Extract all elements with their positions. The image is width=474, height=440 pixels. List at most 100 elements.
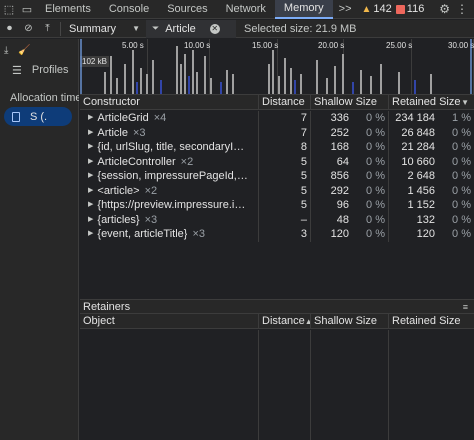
constructor-name: ArticleController	[97, 155, 176, 168]
inspect-element-icon[interactable]: ⬚	[0, 0, 18, 19]
retainers-distance-column-header[interactable]: Distance▲	[259, 314, 311, 329]
gear-icon[interactable]: ⚙	[439, 2, 450, 16]
shallow-size-value: 252	[330, 126, 349, 139]
shallow-size-percent: 0 %	[366, 228, 385, 240]
allocation-bar	[326, 78, 328, 94]
retained-size-cell: 120 0 %	[389, 227, 474, 242]
device-toolbar-icon[interactable]: ▭	[18, 0, 36, 19]
object-column-header[interactable]: Object	[80, 314, 259, 329]
errors-badge[interactable]: 116	[395, 3, 424, 15]
expand-triangle-icon[interactable]: ▶	[88, 184, 93, 199]
expand-triangle-icon[interactable]: ▶	[88, 111, 93, 126]
retainers-title: Retainers	[83, 300, 131, 313]
shallow-size-percent: 0 %	[366, 199, 385, 211]
expand-triangle-icon[interactable]: ▶	[88, 126, 93, 141]
distance-cell: 5	[259, 154, 311, 169]
retained-size-value: 234 184	[395, 112, 435, 124]
shallow-size-percent: 0 %	[366, 213, 385, 226]
tab-console[interactable]: Console	[100, 0, 158, 19]
constructor-name: <article>	[97, 184, 140, 197]
sort-descending-icon: ▼	[461, 98, 469, 107]
distance-column-header[interactable]: Distance	[259, 95, 311, 110]
timeline-range-handle[interactable]	[80, 39, 82, 94]
allocation-bar	[342, 54, 344, 94]
allocation-bar	[124, 64, 126, 94]
distance-cell: 7	[259, 125, 311, 140]
timeline-range-handle[interactable]	[470, 39, 472, 94]
table-row[interactable]: ▶ {id, urlSlug, title, secondaryImage, re…	[80, 140, 474, 155]
expand-triangle-icon[interactable]: ▶	[88, 198, 93, 213]
shallow-size-cell: 64 0 %	[311, 154, 389, 169]
retained-size-percent: 0 %	[452, 199, 471, 211]
constructor-table-body: ▶ ArticleGrid ×4 7 336 0 % 234 184 1 % ▶ Article ×…	[80, 110, 474, 296]
allocation-bar	[352, 82, 354, 94]
allocation-bar	[268, 64, 270, 94]
retained-size-label: Retained Size	[392, 96, 461, 108]
view-select[interactable]: Summary ▼	[64, 20, 146, 38]
table-row[interactable]: ▶ Article ×3 7 252 0 % 26 848 0 %	[80, 125, 474, 141]
constructor-cell: ▶ ArticleGrid ×4	[80, 111, 259, 126]
shallow-size-value: 48	[336, 213, 349, 226]
shallow-size-cell: 856 0 %	[311, 169, 389, 184]
retainers-retained-column-header[interactable]: Retained Size	[389, 314, 474, 329]
kebab-menu-icon[interactable]: ⋮	[456, 2, 468, 16]
shallow-size-cell: 292 0 %	[311, 183, 389, 198]
upload-icon[interactable]: ⤒	[38, 20, 57, 38]
profiles-header[interactable]: ☰ Profiles	[0, 61, 79, 79]
clear-icon[interactable]: ⊘	[19, 20, 38, 38]
profile-item[interactable]: S (.	[4, 107, 72, 126]
download-icon[interactable]: ⤓	[4, 45, 8, 56]
allocation-bar	[272, 50, 274, 94]
more-tabs-button[interactable]: >>	[333, 3, 358, 15]
allocation-bar	[278, 76, 280, 94]
allocation-bar	[104, 72, 106, 94]
filter-icon: ⏷	[151, 23, 160, 33]
shallow-size-percent: 0 %	[366, 170, 385, 182]
tab-sources[interactable]: Sources	[158, 0, 216, 19]
profiles-label: Profiles	[31, 64, 69, 76]
table-row[interactable]: ▶ <article> ×2 5 292 0 % 1 456 0 %	[80, 183, 474, 199]
warnings-badge[interactable]: ▲ 142	[362, 3, 392, 15]
shallow-size-column-header[interactable]: Shallow Size	[311, 95, 389, 110]
record-icon[interactable]: ⏺	[0, 20, 19, 38]
expand-triangle-icon[interactable]: ▶	[88, 169, 93, 184]
retained-size-percent: 0 %	[452, 126, 471, 139]
retained-size-value: 120	[416, 228, 435, 240]
allocation-bar	[414, 80, 416, 94]
allocation-bar	[300, 74, 302, 94]
table-row[interactable]: ▶ ArticleGrid ×4 7 336 0 % 234 184 1 %	[80, 111, 474, 126]
expand-triangle-icon[interactable]: ▶	[88, 140, 93, 155]
allocation-bar	[220, 82, 222, 94]
table-row[interactable]: ▶ {event, articleTitle} ×3 3 120 0 % 120 0 %	[80, 227, 474, 242]
allocation-bar	[226, 70, 228, 94]
drag-handle-icon[interactable]: ≡	[463, 302, 468, 312]
retainers-shallow-column-header[interactable]: Shallow Size	[311, 314, 389, 329]
constructor-column-header[interactable]: Constructor	[80, 95, 259, 110]
clear-filter-icon[interactable]: ✕	[209, 23, 220, 34]
class-filter-input[interactable]: ⏷ Article ✕	[145, 19, 236, 38]
retained-size-column-header[interactable]: Retained Size ▼	[389, 95, 474, 110]
allocation-bar	[184, 54, 186, 94]
tab-elements[interactable]: Elements	[36, 0, 100, 19]
retained-size-value: 132	[416, 213, 435, 226]
shallow-size-value: 120	[330, 228, 349, 240]
table-row[interactable]: ▶ {https://preview.impressure.io/qr6kcgy……	[80, 198, 474, 213]
distance-cell: 5	[259, 183, 311, 198]
table-row[interactable]: ▶ ArticleController ×2 5 64 0 % 10 660 0 %	[80, 154, 474, 170]
tab-network[interactable]: Network	[217, 0, 275, 19]
table-row[interactable]: ▶ {session, impressurePageId, gtm, even… 5…	[80, 169, 474, 184]
allocation-bar	[136, 82, 138, 94]
allocation-bar	[146, 74, 148, 94]
allocation-bar	[294, 80, 296, 94]
allocation-timeline-overview[interactable]: 102 kB 5.00 s 10.00 s 15.00 s 20.00 s 25.00 …	[80, 39, 474, 95]
devtools-tabbar: ⬚ ▭ Elements Console Sources Network Mem…	[0, 0, 474, 19]
table-row[interactable]: ▶ {articles} ×3 – 48 0 % 132 0 %	[80, 212, 474, 228]
expand-triangle-icon[interactable]: ▶	[88, 155, 93, 170]
tab-memory[interactable]: Memory	[274, 0, 333, 19]
collect-garbage-icon[interactable]: 🧹	[18, 45, 30, 56]
distance-cell: 5	[259, 169, 311, 184]
expand-triangle-icon[interactable]: ▶	[88, 227, 93, 242]
retained-size-cell: 132 0 %	[389, 213, 474, 228]
expand-triangle-icon[interactable]: ▶	[88, 213, 93, 228]
distance-cell: 8	[259, 140, 311, 155]
